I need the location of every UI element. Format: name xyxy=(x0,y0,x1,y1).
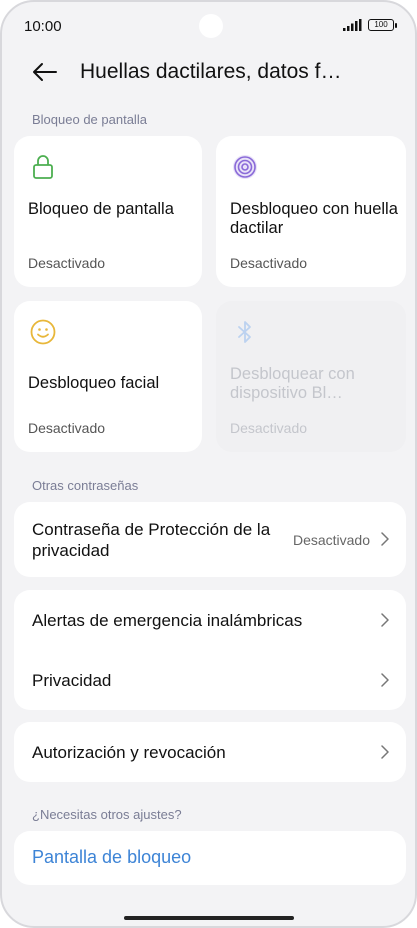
chevron-right-icon xyxy=(381,532,389,546)
signal-icon xyxy=(343,19,362,31)
fingerprint-icon xyxy=(233,155,257,179)
row-label: Alertas de emergencia inalámbricas xyxy=(32,611,303,630)
tile-status: Desactivado xyxy=(230,420,308,436)
status-time: 10:00 xyxy=(24,18,62,35)
tile-status: Desactivado xyxy=(230,255,308,271)
chevron-right-icon xyxy=(381,673,389,687)
tile-fingerprint-unlock[interactable]: Desbloqueo con huella dactilar Desactiva… xyxy=(216,136,406,287)
tile-title: Desbloqueo facial xyxy=(28,374,160,392)
phone-frame: 10:00 100 Huellas dactilares, datos f… B… xyxy=(0,0,417,928)
row-label: Privacidad xyxy=(32,671,112,690)
battery-icon: 100 xyxy=(368,19,397,31)
page-title: Huellas dactilares, datos f… xyxy=(80,60,342,83)
bluetooth-icon xyxy=(238,321,251,343)
tile-status: Desactivado xyxy=(28,255,106,271)
row-emergency-alerts[interactable]: Alertas de emergencia inalámbricas xyxy=(14,590,406,650)
section-label-screen-lock: Bloqueo de pantalla xyxy=(32,112,147,127)
row-privacy[interactable]: Privacidad xyxy=(14,650,406,710)
tile-title: Desbloquear con dispositivo Bl… xyxy=(230,365,355,402)
tile-face-unlock[interactable]: Desbloqueo facial Desactivado xyxy=(14,301,202,452)
tile-title: Desbloqueo con huella dactilar xyxy=(230,200,398,237)
card-privacy-password: Contraseña de Protección de la privacida… xyxy=(14,502,406,577)
home-indicator[interactable] xyxy=(124,916,294,920)
row-value: Desactivado xyxy=(292,532,370,548)
row-privacy-password[interactable]: Contraseña de Protección de la privacida… xyxy=(14,502,406,577)
row-authorization[interactable]: Autorización y revocación xyxy=(14,722,406,782)
chevron-right-icon xyxy=(381,613,389,627)
back-arrow-icon[interactable] xyxy=(30,60,58,84)
section-label-other-passwords: Otras contraseñas xyxy=(32,478,139,493)
row-label: Contraseña de Protección de la privacida… xyxy=(32,520,271,560)
card-lock-screen-link: Pantalla de bloqueo xyxy=(14,831,406,885)
card-alerts-privacy: Alertas de emergencia inalámbricas Priva… xyxy=(14,590,406,710)
face-icon xyxy=(30,319,56,345)
status-bar: 10:00 100 xyxy=(2,2,415,50)
header: Huellas dactilares, datos f… xyxy=(2,58,415,88)
tile-title: Bloqueo de pantalla xyxy=(28,200,174,218)
tile-status: Desactivado xyxy=(28,420,106,436)
lock-screen-link[interactable]: Pantalla de bloqueo xyxy=(32,847,191,868)
front-camera xyxy=(199,14,223,38)
lock-icon xyxy=(33,155,53,179)
tile-bluetooth-unlock: Desbloquear con dispositivo Bl… Desactiv… xyxy=(216,301,406,452)
section-label-more-settings: ¿Necesitas otros ajustes? xyxy=(32,807,182,822)
row-label: Autorización y revocación xyxy=(32,743,226,762)
tile-screen-lock[interactable]: Bloqueo de pantalla Desactivado xyxy=(14,136,202,287)
card-authorization: Autorización y revocación xyxy=(14,722,406,782)
chevron-right-icon xyxy=(381,745,389,759)
